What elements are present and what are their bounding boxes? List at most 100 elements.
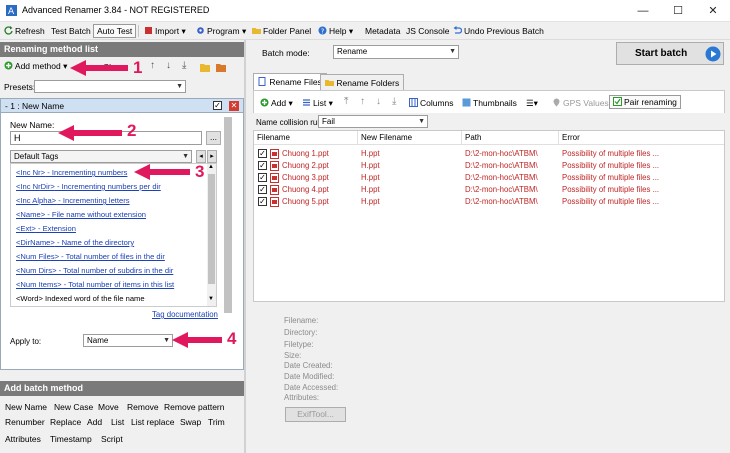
js-console-button[interactable]: JS Console xyxy=(406,24,449,38)
move-bottom-icon[interactable]: ⤓ xyxy=(392,95,396,109)
panel-splitter[interactable] xyxy=(244,40,246,453)
import-menu[interactable]: Import ▾ xyxy=(144,24,186,38)
batch-method-remove[interactable]: Remove xyxy=(127,402,159,412)
minimize-button[interactable]: — xyxy=(626,0,660,22)
save-folder-icon[interactable] xyxy=(216,63,226,72)
tag-item[interactable]: <Ext> - Extension xyxy=(16,224,76,233)
batch-method-new-case[interactable]: New Case xyxy=(54,402,93,412)
tag-item[interactable]: <Num Dirs> - Total number of subdirs in … xyxy=(16,266,173,275)
tab-rename-files[interactable]: Rename Files xyxy=(253,73,327,90)
pair-renaming-toggle[interactable]: Pair renaming xyxy=(609,95,681,109)
new-filename-cell: H.ppt xyxy=(361,161,380,170)
column-header[interactable]: Filename xyxy=(254,131,358,145)
move-bottom-icon[interactable]: ⤓ xyxy=(182,60,186,71)
ppt-file-icon xyxy=(270,161,279,171)
move-down-icon[interactable]: ↓ xyxy=(376,95,381,109)
folder-panel-button[interactable]: Folder Panel xyxy=(252,24,311,38)
tags-combo[interactable]: Default Tags ▼ xyxy=(10,150,192,163)
metadata-button[interactable]: Metadata xyxy=(365,24,400,38)
maximize-button[interactable]: ☐ xyxy=(661,0,695,22)
tag-item[interactable]: <DirName> - Name of the directory xyxy=(16,238,134,247)
tab-rename-folders[interactable]: Rename Folders xyxy=(320,74,405,90)
presets-combo[interactable]: ▼ xyxy=(34,80,186,93)
table-row[interactable]: ✓ Chuong 1.ppt H.ppt D:\2-mon-hoc\ATBM\ … xyxy=(254,148,724,160)
table-row[interactable]: ✓ Chuong 3.ppt H.ppt D:\2-mon-hoc\ATBM\ … xyxy=(254,172,724,184)
view-options-menu[interactable]: ☰▾ xyxy=(526,96,538,110)
help-menu[interactable]: ? Help ▾ xyxy=(318,24,353,38)
scroll-down-icon[interactable]: ▼ xyxy=(208,296,214,302)
batch-method-add[interactable]: Add xyxy=(87,417,102,427)
browse-button[interactable]: ... xyxy=(206,131,221,145)
test-batch-button[interactable]: Test Batch xyxy=(51,24,91,38)
open-folder-icon[interactable] xyxy=(200,63,210,72)
row-checkbox[interactable]: ✓ xyxy=(258,161,267,170)
collision-rule-combo[interactable]: Fail ▼ xyxy=(318,115,428,128)
batch-method-remove-pattern[interactable]: Remove pattern xyxy=(164,402,224,412)
files-icon xyxy=(258,77,266,86)
columns-button[interactable]: Columns xyxy=(409,96,454,110)
batch-method-timestamp[interactable]: Timestamp xyxy=(50,434,92,444)
tag-item[interactable]: <Inc Alpha> - Incrementing letters xyxy=(16,196,130,205)
thumbnails-button[interactable]: Thumbnails xyxy=(462,96,517,110)
svg-text:A: A xyxy=(8,7,15,17)
move-top-icon[interactable]: ⤒ xyxy=(344,95,348,109)
column-header[interactable]: Path xyxy=(462,131,559,145)
tag-item[interactable]: <Inc NrDir> - Incrementing numbers per d… xyxy=(16,182,161,191)
auto-test-toggle[interactable]: Auto Test xyxy=(93,24,137,38)
column-header[interactable]: New Filename xyxy=(358,131,462,145)
tag-item[interactable]: <Num Files> - Total number of files in t… xyxy=(16,252,165,261)
scroll-up-icon[interactable]: ▲ xyxy=(208,164,214,170)
table-row[interactable]: ✓ Chuong 4.ppt H.ppt D:\2-mon-hoc\ATBM\ … xyxy=(254,184,724,196)
move-up-icon[interactable]: ↑ xyxy=(150,60,155,71)
filename-cell: Chuong 4.ppt xyxy=(282,185,329,194)
tag-item[interactable]: <Num Items> - Total number of items in t… xyxy=(16,280,174,289)
clear-button[interactable]: Clear xyxy=(103,62,123,72)
scroll-thumb[interactable] xyxy=(208,174,215,284)
row-checkbox[interactable]: ✓ xyxy=(258,149,267,158)
tag-item[interactable]: <Inc Nr> - Incrementing numbers xyxy=(16,168,127,177)
table-row[interactable]: ✓ Chuong 2.ppt H.ppt D:\2-mon-hoc\ATBM\ … xyxy=(254,160,724,172)
gps-values-button[interactable]: GPS Values xyxy=(552,96,609,110)
batch-method-attributes[interactable]: Attributes xyxy=(5,434,41,444)
list-menu[interactable]: List ▾ xyxy=(302,96,333,110)
close-button[interactable]: ✕ xyxy=(696,0,730,22)
undo-batch-button[interactable]: Undo Previous Batch xyxy=(453,24,544,38)
tag-item[interactable]: <Name> - File name without extension xyxy=(16,210,146,219)
batch-method-renumber[interactable]: Renumber xyxy=(5,417,45,427)
tag-item[interactable]: <Word> Indexed word of the file name xyxy=(16,294,145,303)
collision-rule-label: Name collision rule: xyxy=(256,118,326,127)
batch-method-script[interactable]: Script xyxy=(101,434,123,444)
tags-scrollbar[interactable]: ▲ ▼ xyxy=(207,164,216,306)
refresh-button[interactable]: Refresh xyxy=(4,24,45,38)
program-menu[interactable]: Program ▾ xyxy=(196,24,246,38)
row-checkbox[interactable]: ✓ xyxy=(258,197,267,206)
exiftool-button[interactable]: ExifTool... xyxy=(285,407,346,422)
remove-method-icon[interactable]: ✕ xyxy=(229,101,239,111)
batch-method-trim[interactable]: Trim xyxy=(208,417,225,427)
method-scrollbar[interactable] xyxy=(224,117,232,313)
row-checkbox[interactable]: ✓ xyxy=(258,185,267,194)
add-method-button[interactable]: Add method ▾ xyxy=(4,61,67,72)
method-enabled-checkbox[interactable]: ✓ xyxy=(213,101,222,110)
help-icon: ? xyxy=(318,26,327,35)
batch-method-swap[interactable]: Swap xyxy=(180,417,201,427)
program-label: Program xyxy=(207,26,240,36)
move-up-icon[interactable]: ↑ xyxy=(360,95,365,109)
tags-next-button[interactable]: ▸ xyxy=(207,150,217,163)
new-name-input[interactable]: H xyxy=(10,131,202,145)
move-down-icon[interactable]: ↓ xyxy=(166,60,171,71)
start-batch-button[interactable]: Start batch xyxy=(616,42,724,65)
row-checkbox[interactable]: ✓ xyxy=(258,173,267,182)
batch-method-replace[interactable]: Replace xyxy=(50,417,81,427)
batch-method-list-replace[interactable]: List replace xyxy=(131,417,174,427)
table-row[interactable]: ✓ Chuong 5.ppt H.ppt D:\2-mon-hoc\ATBM\ … xyxy=(254,196,724,208)
add-files-menu[interactable]: Add ▾ xyxy=(260,96,293,110)
column-header[interactable]: Error xyxy=(559,131,724,145)
batch-method-move[interactable]: Move xyxy=(98,402,119,412)
tag-documentation-link[interactable]: Tag documentation xyxy=(152,310,218,319)
refresh-icon xyxy=(4,26,13,35)
batch-mode-combo[interactable]: Rename ▼ xyxy=(333,45,459,59)
batch-method-new-name[interactable]: New Name xyxy=(5,402,47,412)
batch-method-list[interactable]: List xyxy=(111,417,124,427)
apply-to-combo[interactable]: Name ▼ xyxy=(83,334,173,347)
